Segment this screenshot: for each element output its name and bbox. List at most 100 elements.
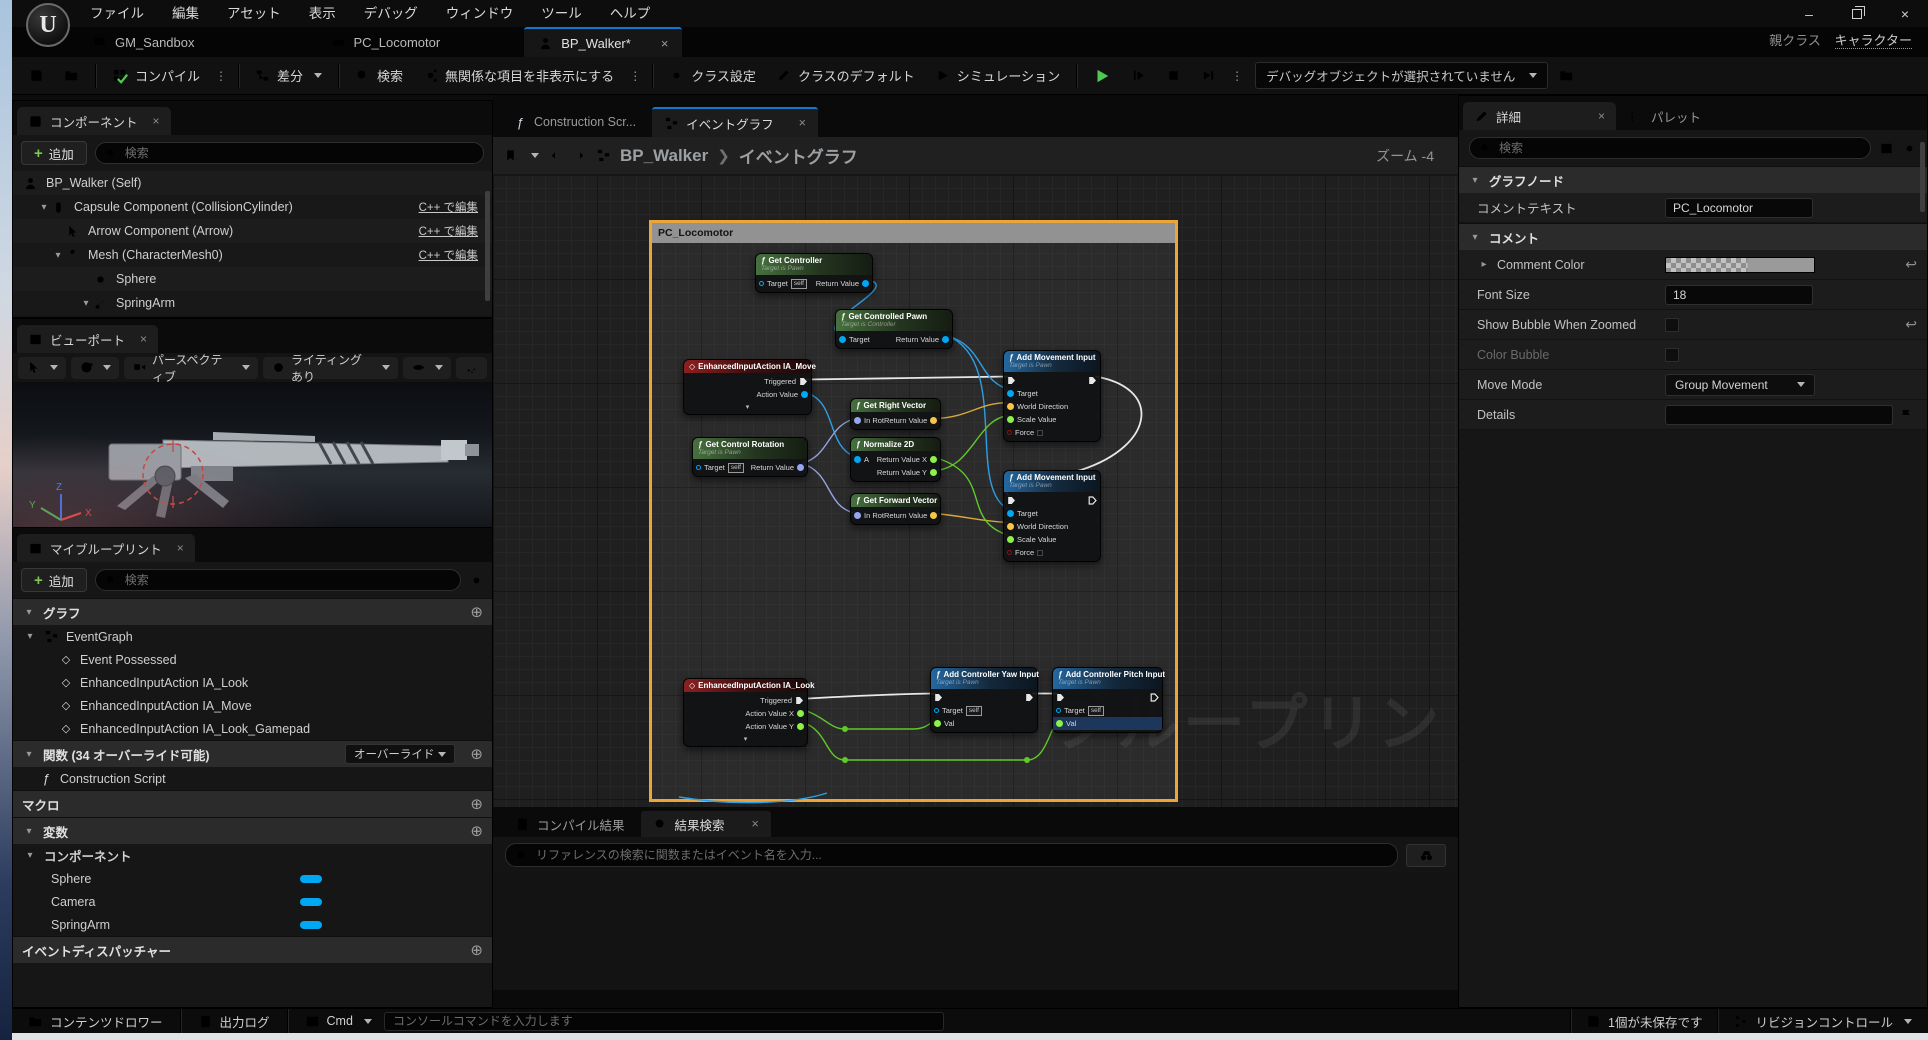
- close-icon[interactable]: ×: [752, 817, 759, 831]
- pin-checkbox[interactable]: [1037, 430, 1043, 436]
- compile-options-button[interactable]: ⋮: [211, 69, 231, 83]
- exec-pin[interactable]: [795, 696, 804, 705]
- data-pin[interactable]: [1007, 510, 1014, 517]
- section-variable-components[interactable]: ▾コンポーネント: [13, 844, 492, 867]
- graph-node-get-right-vector[interactable]: ƒGet Right VectorIn RotReturn Value: [850, 398, 941, 430]
- viewport-3d-view[interactable]: Z Y X: [13, 382, 492, 528]
- section-graphs[interactable]: ▾グラフ⊕: [13, 598, 492, 625]
- arrow-right-icon[interactable]: [572, 148, 587, 163]
- section-macros[interactable]: マクロ⊕: [13, 790, 492, 817]
- self-context-box[interactable]: self: [1088, 706, 1104, 716]
- circle-plus-icon[interactable]: ⊕: [470, 822, 483, 840]
- play-button[interactable]: [1084, 61, 1120, 91]
- list-item-var-sphere[interactable]: Sphere: [13, 867, 492, 890]
- graph-node-enhanced-input-action-ia-move[interactable]: ◇EnhancedInputAction IA_MoveTriggeredAct…: [683, 359, 812, 415]
- data-pin[interactable]: [862, 280, 869, 287]
- find-in-blueprints-button[interactable]: [1406, 844, 1446, 867]
- comment-text-input[interactable]: [1665, 198, 1813, 218]
- list-item-eventgraph[interactable]: ▾EventGraph: [13, 625, 492, 648]
- tab-find-results[interactable]: 結果検索 ×: [641, 811, 771, 837]
- cmd-dropdown[interactable]: Cmd: [295, 1009, 382, 1034]
- details-scrollbar[interactable]: [1920, 142, 1925, 212]
- my-blueprint-search[interactable]: [95, 569, 461, 591]
- asset-tab-pc-locomotor[interactable]: PC_Locomotor: [317, 27, 455, 57]
- section-graph-node[interactable]: ▾グラフノード: [1459, 166, 1927, 193]
- data-pin[interactable]: [1007, 403, 1014, 410]
- node-expand-chevron[interactable]: ▾: [684, 403, 811, 414]
- list-item-var-camera[interactable]: Camera: [13, 890, 492, 913]
- move-mode-dropdown[interactable]: Group Movement: [1665, 374, 1815, 396]
- data-pin[interactable]: [759, 281, 764, 286]
- data-pin[interactable]: [797, 464, 804, 471]
- add-component-button[interactable]: +追加: [21, 141, 87, 165]
- unsaved-status-button[interactable]: 1個が未保存です: [1576, 1009, 1712, 1034]
- section-comment[interactable]: ▾コメント: [1459, 223, 1927, 250]
- graph-node-normalize-2d[interactable]: ƒNormalize 2DAReturn Value XReturn Value…: [850, 437, 941, 482]
- close-icon[interactable]: ×: [1598, 109, 1605, 123]
- asset-tab-bp-walker[interactable]: BP_Walker* ×: [524, 27, 682, 57]
- viewport-select-mode-button[interactable]: [18, 357, 66, 379]
- components-scrollbar[interactable]: [485, 191, 490, 301]
- graph-node-get-control-rotation[interactable]: ƒGet Control RotationTarget is PawnTarge…: [692, 437, 808, 477]
- viewport-lighting-dropdown[interactable]: ライティングあり: [263, 357, 398, 379]
- data-pin[interactable]: [839, 336, 846, 343]
- bookmark-icon[interactable]: [503, 148, 518, 163]
- flag-icon[interactable]: [1899, 407, 1914, 422]
- output-log-button[interactable]: 出力ログ: [188, 1009, 280, 1034]
- exec-pin[interactable]: [1056, 693, 1065, 702]
- tab-event-graph[interactable]: イベントグラフ ×: [652, 107, 818, 137]
- exec-pin[interactable]: [1025, 693, 1034, 702]
- override-dropdown[interactable]: オーバーライド: [345, 744, 455, 764]
- close-icon[interactable]: ×: [177, 541, 184, 555]
- arrow-left-icon[interactable]: [548, 148, 563, 163]
- data-pin[interactable]: [1007, 536, 1014, 543]
- chevron-down-icon[interactable]: ▾: [79, 298, 93, 309]
- tab-compile-results[interactable]: コンパイル結果: [503, 811, 637, 837]
- section-variables[interactable]: ▾変数⊕: [13, 817, 492, 844]
- menu-item-asset[interactable]: アセット: [213, 0, 295, 27]
- list-item-var-springarm[interactable]: SpringArm: [13, 913, 492, 936]
- my-blueprint-search-input[interactable]: [123, 572, 451, 588]
- data-pin[interactable]: [930, 512, 937, 519]
- circle-plus-icon[interactable]: ⊕: [470, 795, 483, 813]
- save-button[interactable]: [20, 61, 53, 91]
- menu-item-help[interactable]: ヘルプ: [596, 0, 665, 27]
- details-search[interactable]: [1469, 137, 1871, 159]
- data-pin[interactable]: [1056, 708, 1061, 713]
- data-pin[interactable]: [1007, 416, 1014, 423]
- simulation-button[interactable]: シミュレーション: [926, 61, 1069, 91]
- data-pin[interactable]: [1056, 720, 1063, 727]
- chevron-down-icon[interactable]: ▾: [51, 250, 65, 261]
- class-defaults-button[interactable]: クラスのデフォルト: [767, 61, 924, 91]
- play-options-button[interactable]: ⋮: [1227, 69, 1247, 83]
- graph-node-add-controller-pitch-input[interactable]: ƒAdd Controller Pitch InputTarget is Paw…: [1052, 667, 1163, 733]
- pin-checkbox[interactable]: [1037, 550, 1043, 556]
- data-pin[interactable]: [854, 512, 861, 519]
- data-pin[interactable]: [934, 708, 939, 713]
- find-results-input[interactable]: [534, 847, 1388, 863]
- breadcrumb-root[interactable]: BP_Walker: [620, 146, 708, 166]
- frame-skip-button[interactable]: [1122, 61, 1155, 91]
- data-pin[interactable]: [930, 456, 937, 463]
- list-item-ia-move[interactable]: ◇EnhancedInputAction IA_Move: [13, 694, 492, 717]
- table-icon[interactable]: [1879, 141, 1894, 156]
- undo-icon[interactable]: ↩: [1905, 316, 1917, 333]
- data-pin[interactable]: [1007, 430, 1012, 435]
- content-drawer-button[interactable]: コンテンツドロワー: [18, 1009, 173, 1034]
- hide-unrelated-button[interactable]: 無関係な項目を非表示にする: [414, 61, 623, 91]
- data-pin[interactable]: [1007, 523, 1014, 530]
- compile-button[interactable]: コンパイル: [103, 61, 209, 91]
- list-item-event-possessed[interactable]: ◇Event Possessed: [13, 648, 492, 671]
- menu-item-view[interactable]: 表示: [295, 0, 350, 27]
- event-graph-canvas[interactable]: PC_Locomotor ブループリント ƒGet ControllerTarg…: [493, 175, 1458, 807]
- find-button[interactable]: 検索: [346, 61, 412, 91]
- parent-class-link[interactable]: キャラクター: [1835, 33, 1912, 49]
- tree-row-bp-walker-self[interactable]: BP_Walker (Self): [13, 171, 492, 195]
- edit-cpp-link[interactable]: C++ で編集: [419, 247, 478, 263]
- tab-viewport[interactable]: ビューポート ×: [17, 325, 158, 353]
- graph-node-get-controller[interactable]: ƒGet ControllerTarget is PawnTargetselfR…: [755, 253, 873, 293]
- section-functions[interactable]: ▾関数 (34 オーバーライド可能) オーバーライド ⊕: [13, 740, 492, 767]
- data-pin[interactable]: [1007, 390, 1014, 397]
- data-pin[interactable]: [797, 723, 804, 730]
- stop-button[interactable]: [1157, 61, 1190, 91]
